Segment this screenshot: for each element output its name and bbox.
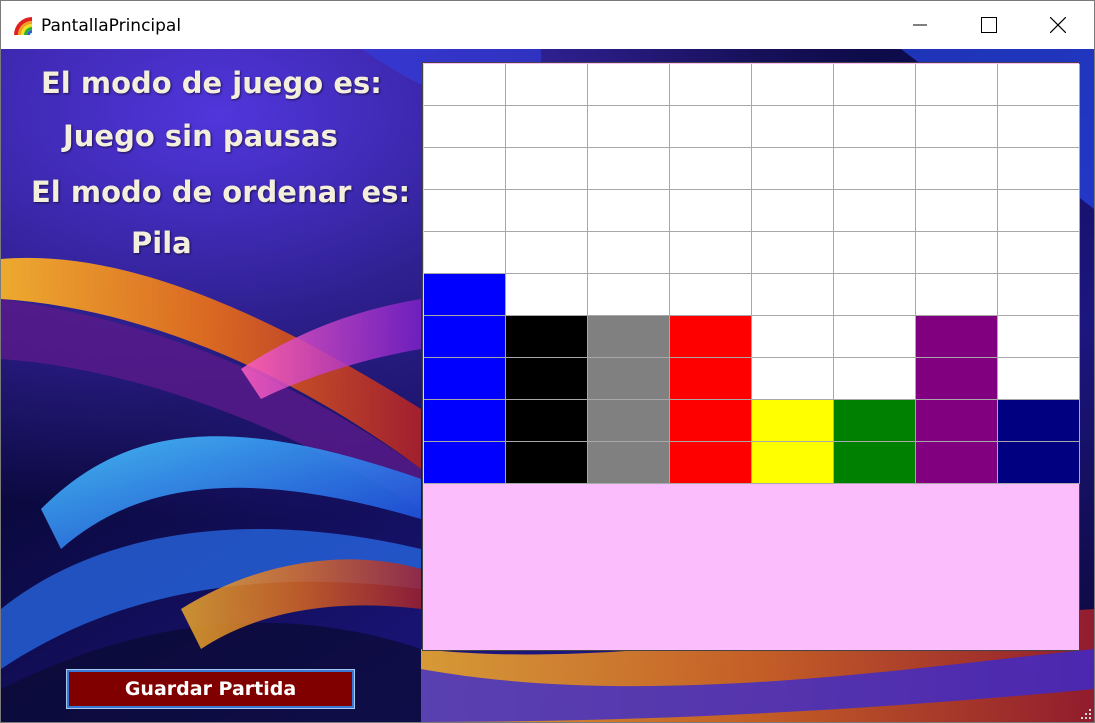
board-cell[interactable]	[424, 148, 506, 190]
board-cell[interactable]	[424, 358, 506, 400]
board-cell[interactable]	[834, 64, 916, 106]
board-cell[interactable]	[916, 442, 998, 484]
board-cell[interactable]	[752, 232, 834, 274]
board-cell[interactable]	[916, 64, 998, 106]
board-cell[interactable]	[752, 316, 834, 358]
board-cell[interactable]	[506, 190, 588, 232]
board-cell[interactable]	[998, 148, 1080, 190]
board-cell[interactable]	[670, 358, 752, 400]
board-cell[interactable]	[424, 400, 506, 442]
close-button[interactable]	[1023, 1, 1093, 49]
rainbow-icon	[12, 15, 34, 37]
board-cell[interactable]	[506, 106, 588, 148]
board-cell[interactable]	[834, 442, 916, 484]
board-cell[interactable]	[998, 400, 1080, 442]
board-cell[interactable]	[588, 190, 670, 232]
board-cell[interactable]	[506, 274, 588, 316]
board-cell[interactable]	[424, 106, 506, 148]
board-cell[interactable]	[916, 106, 998, 148]
board-cell[interactable]	[588, 358, 670, 400]
board-cell[interactable]	[670, 190, 752, 232]
game-mode-value: Juego sin pausas	[63, 119, 338, 153]
board-cell[interactable]	[834, 316, 916, 358]
board-cell[interactable]	[506, 442, 588, 484]
board-cell[interactable]	[916, 316, 998, 358]
board-cell[interactable]	[670, 148, 752, 190]
board-grid[interactable]	[424, 64, 1080, 484]
board-cell[interactable]	[588, 316, 670, 358]
resize-grip-icon[interactable]	[1080, 708, 1092, 720]
board-cell[interactable]	[506, 232, 588, 274]
board-cell[interactable]	[424, 442, 506, 484]
board-cell[interactable]	[670, 274, 752, 316]
board-cell[interactable]	[998, 64, 1080, 106]
board-cell[interactable]	[834, 148, 916, 190]
maximize-icon	[981, 17, 997, 33]
board-cell[interactable]	[998, 274, 1080, 316]
board-cell[interactable]	[588, 442, 670, 484]
board-cell[interactable]	[752, 358, 834, 400]
save-game-button[interactable]: Guardar Partida	[66, 669, 355, 709]
board-cell[interactable]	[588, 106, 670, 148]
board-cell[interactable]	[670, 64, 752, 106]
board-cell[interactable]	[506, 148, 588, 190]
board-cell[interactable]	[670, 400, 752, 442]
board-cell[interactable]	[998, 106, 1080, 148]
board-cell[interactable]	[916, 400, 998, 442]
board-cell[interactable]	[834, 400, 916, 442]
game-board	[422, 62, 1080, 651]
board-cell[interactable]	[916, 232, 998, 274]
board-cell[interactable]	[670, 232, 752, 274]
board-cell[interactable]	[506, 400, 588, 442]
board-cell[interactable]	[998, 316, 1080, 358]
board-cell[interactable]	[506, 358, 588, 400]
board-cell[interactable]	[752, 400, 834, 442]
game-mode-label: El modo de juego es:	[41, 66, 382, 100]
board-cell[interactable]	[424, 274, 506, 316]
board-cell[interactable]	[670, 442, 752, 484]
order-mode-value: Pila	[131, 226, 192, 260]
board-cell[interactable]	[588, 400, 670, 442]
board-cell[interactable]	[752, 106, 834, 148]
board-cell[interactable]	[916, 148, 998, 190]
board-cell[interactable]	[424, 190, 506, 232]
board-cell[interactable]	[424, 64, 506, 106]
board-cell[interactable]	[752, 274, 834, 316]
board-cell[interactable]	[752, 148, 834, 190]
board-cell[interactable]	[588, 148, 670, 190]
board-cell[interactable]	[588, 232, 670, 274]
board-cell[interactable]	[834, 358, 916, 400]
maximize-button[interactable]	[954, 1, 1024, 49]
board-cell[interactable]	[506, 316, 588, 358]
close-icon	[1050, 17, 1066, 33]
board-cell[interactable]	[916, 190, 998, 232]
board-cell[interactable]	[588, 274, 670, 316]
board-cell[interactable]	[752, 64, 834, 106]
board-cell[interactable]	[834, 232, 916, 274]
minimize-button[interactable]	[885, 1, 955, 49]
minimize-icon	[913, 24, 927, 26]
board-cell[interactable]	[998, 442, 1080, 484]
board-cell[interactable]	[506, 64, 588, 106]
board-cell[interactable]	[424, 316, 506, 358]
board-cell[interactable]	[670, 316, 752, 358]
board-cell[interactable]	[752, 190, 834, 232]
board-cell[interactable]	[834, 274, 916, 316]
title-bar[interactable]: PantallaPrincipal	[1, 1, 1094, 49]
board-cell[interactable]	[998, 190, 1080, 232]
board-cell[interactable]	[834, 106, 916, 148]
board-cell[interactable]	[998, 358, 1080, 400]
board-cell[interactable]	[588, 64, 670, 106]
board-cell[interactable]	[670, 106, 752, 148]
board-cell[interactable]	[752, 442, 834, 484]
board-cell[interactable]	[998, 232, 1080, 274]
board-cell[interactable]	[424, 232, 506, 274]
main-window: PantallaPrincipal El modo de juego es: J…	[0, 0, 1095, 723]
board-cell[interactable]	[916, 358, 998, 400]
game-panel: El modo de juego es: Juego sin pausas El…	[1, 49, 1094, 722]
window-title: PantallaPrincipal	[41, 16, 182, 36]
board-cell[interactable]	[834, 190, 916, 232]
board-cell[interactable]	[916, 274, 998, 316]
order-mode-label: El modo de ordenar es:	[31, 175, 411, 209]
